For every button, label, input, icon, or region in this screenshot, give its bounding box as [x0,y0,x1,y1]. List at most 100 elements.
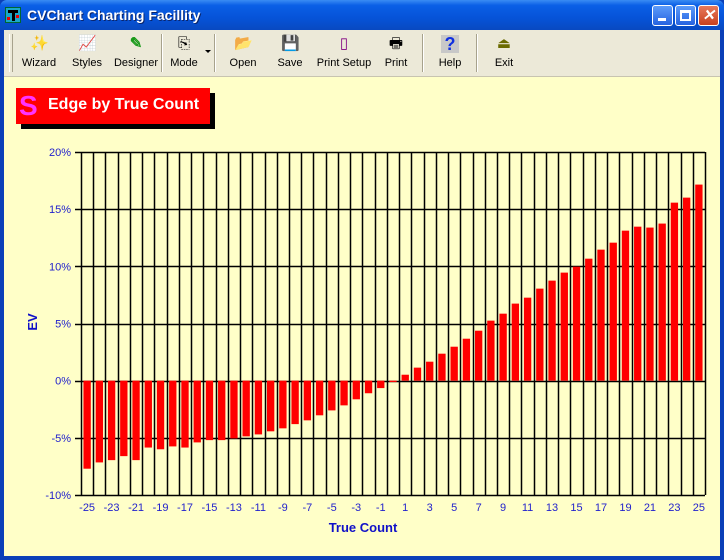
bar [377,380,385,389]
bar [695,184,703,381]
bar [609,242,617,381]
bar [144,380,152,448]
maximize-icon [680,10,691,21]
x-axis-ticks: -25 -23 -21 -19 -17 -15 -13 -11 -9 -7 -5 -3 -1 1 3 5 7 9 1… [79,502,705,514]
bar [120,380,128,457]
x-tick-label: 17 [595,502,607,514]
minimize-icon [658,18,666,21]
x-tick-label: -9 [278,502,288,514]
minimize-button[interactable] [652,5,673,26]
bar [352,380,360,400]
app-window: CVChart Charting Facillity ✕ ✨ Wizard 📈 … [0,0,724,560]
x-tick-label: -7 [302,502,312,514]
bar [242,380,250,437]
y-axis-ticks: 20% 15% 10% 5% 0% -5% -10% [45,147,71,502]
bar [279,380,287,429]
bar [169,380,177,447]
bar [450,346,458,381]
x-tick-label: -13 [226,502,242,514]
y-tick-label: 15% [49,204,71,216]
x-axis-label: True Count [329,520,398,535]
bar [95,380,104,463]
bar [438,353,446,381]
bar [487,320,495,381]
x-tick-label: 1 [402,502,408,514]
y-tick-label: 20% [49,147,71,159]
bar [107,380,116,461]
bar [315,380,324,416]
x-tick-label: -15 [202,502,218,514]
bar [670,202,679,381]
bar [523,297,532,381]
bar [230,380,238,439]
y-axis-label: EV [25,313,40,331]
bar [634,226,642,381]
bar [462,338,471,381]
bar [426,361,434,381]
x-tick-label: 5 [451,502,457,514]
bar-chart: 20%15%10%5%0%-5%-10% -25 -23 -21 -19 -17 -15-… [25,147,707,535]
bar [413,367,422,381]
y-tick-label: 10% [49,261,71,273]
maximize-button[interactable] [675,5,696,26]
x-tick-label: -17 [177,502,193,514]
x-tick-label: 11 [522,502,533,514]
window-title: CVChart Charting Facillity [27,7,201,23]
x-tick-label: 3 [427,502,433,514]
bar [474,330,483,381]
y-tick-label: 5% [55,319,71,331]
bar [560,272,568,381]
close-icon: ✕ [702,7,715,24]
bar [291,380,299,425]
bar [572,266,581,381]
bar [511,303,520,381]
x-tick-label: -3 [351,502,361,514]
bar [303,380,312,421]
x-tick-label: -5 [327,502,337,514]
bar [682,197,691,381]
bar [193,380,201,443]
x-tick-label: -19 [153,502,169,514]
y-tick-label: 0% [55,376,71,388]
x-tick-label: 9 [500,502,506,514]
bar [389,380,397,383]
bar [266,380,275,432]
bar [401,374,409,381]
bar [548,280,556,381]
y-tick-label: -5% [51,433,71,445]
x-tick-label: -11 [251,502,266,514]
close-button[interactable]: ✕ [698,5,719,26]
y-tick-label: -10% [45,490,71,502]
x-tick-label: -23 [104,502,120,514]
bar [340,380,348,406]
x-tick-label: -1 [376,502,386,514]
x-tick-label: 7 [476,502,482,514]
x-tick-label: 25 [693,502,705,514]
bar [328,380,336,411]
x-tick-label: 21 [644,502,656,514]
bar [646,227,654,381]
bar [181,380,189,448]
x-tick-label: 13 [546,502,558,514]
x-tick-label: -25 [79,502,95,514]
bar [499,313,507,381]
bar [156,380,165,450]
bar [585,258,593,381]
bar [83,380,91,469]
x-tick-label: 15 [570,502,582,514]
x-tick-label: 19 [619,502,631,514]
bar [658,223,666,381]
client-area: ✨ Wizard 📈 Styles ✎ Designer ⎘ Mode 📂 Op… [4,30,720,556]
app-icon [5,7,21,23]
x-tick-label: -21 [128,502,144,514]
bar [364,380,373,394]
bar [597,249,605,381]
bar [132,380,140,461]
bar [536,288,544,381]
bar [254,380,263,435]
bar [218,380,226,441]
title-bar[interactable]: CVChart Charting Facillity ✕ [0,0,724,30]
bar [205,380,214,441]
x-tick-label: 23 [668,502,680,514]
chart-bars [83,184,703,469]
